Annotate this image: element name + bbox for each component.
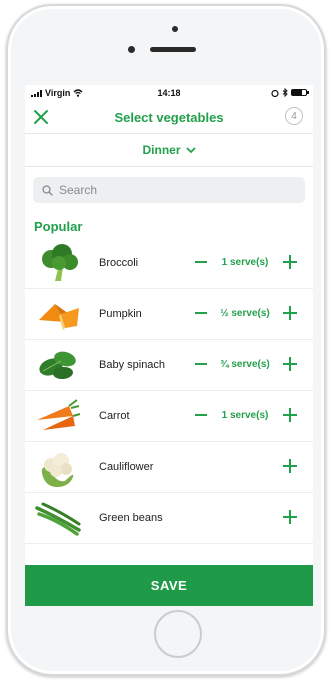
decrease-button[interactable] bbox=[195, 312, 207, 314]
vegetable-name: Broccoli bbox=[99, 257, 139, 269]
increase-button[interactable] bbox=[283, 408, 297, 422]
pumpkin-icon bbox=[39, 304, 79, 330]
carrot-icon bbox=[37, 399, 81, 430]
proximity-sensor bbox=[128, 46, 135, 53]
vegetable-name: Carrot bbox=[99, 410, 130, 422]
list-item[interactable]: Broccoli 1 serve(s) bbox=[25, 238, 313, 289]
serve-amount: ½ serve(s) bbox=[220, 308, 270, 319]
earpiece-speaker bbox=[150, 47, 196, 52]
status-icons bbox=[271, 88, 309, 97]
increase-button[interactable] bbox=[283, 357, 297, 371]
app-screen: Virgin 14:18 Select vegetables 4 Dinner bbox=[25, 85, 313, 606]
list-item[interactable]: Carrot 1 serve(s) bbox=[25, 391, 313, 442]
section-title-popular: Popular bbox=[34, 219, 83, 234]
vegetable-name: Baby spinach bbox=[99, 359, 166, 371]
nav-bar: Select vegetables 4 bbox=[25, 101, 313, 133]
save-button[interactable]: SAVE bbox=[25, 565, 313, 606]
meal-selector[interactable]: Dinner bbox=[25, 133, 313, 167]
list-item[interactable]: Green beans bbox=[25, 493, 313, 544]
vegetable-name: Cauliflower bbox=[99, 461, 154, 473]
battery-icon bbox=[291, 89, 309, 96]
green-beans-icon bbox=[35, 502, 81, 536]
list-item[interactable]: Cauliflower bbox=[25, 442, 313, 493]
decrease-button[interactable] bbox=[195, 363, 207, 365]
search-icon bbox=[42, 184, 53, 196]
search-input[interactable]: Search bbox=[33, 177, 305, 203]
vegetable-list: Broccoli 1 serve(s) Pumpkin ½ serve(s) B… bbox=[25, 238, 313, 544]
selected-count-badge[interactable]: 4 bbox=[285, 107, 303, 125]
increase-button[interactable] bbox=[283, 255, 297, 269]
increase-button[interactable] bbox=[283, 459, 297, 473]
serve-amount: 1 serve(s) bbox=[221, 410, 269, 421]
search-placeholder: Search bbox=[59, 183, 98, 197]
home-button[interactable] bbox=[154, 610, 202, 658]
spinach-icon bbox=[39, 351, 76, 380]
broccoli-icon bbox=[42, 244, 78, 281]
decrease-button[interactable] bbox=[195, 414, 207, 416]
alarm-icon bbox=[271, 89, 279, 97]
list-item[interactable]: Baby spinach ¾ serve(s) bbox=[25, 340, 313, 391]
clock: 14:18 bbox=[157, 88, 181, 98]
meal-label: Dinner bbox=[142, 143, 181, 157]
bluetooth-icon bbox=[282, 88, 288, 97]
chevron-down-icon bbox=[186, 147, 195, 153]
increase-button[interactable] bbox=[283, 306, 297, 320]
serve-amount: 1 serve(s) bbox=[221, 257, 269, 268]
vegetable-name: Green beans bbox=[99, 512, 163, 524]
increase-button[interactable] bbox=[283, 510, 297, 524]
front-camera bbox=[172, 26, 178, 32]
serve-amount: ¾ serve(s) bbox=[220, 359, 270, 370]
status-bar: Virgin 14:18 bbox=[25, 85, 313, 101]
cauliflower-icon bbox=[41, 453, 74, 487]
vegetable-name: Pumpkin bbox=[99, 308, 142, 320]
page-title: Select vegetables bbox=[114, 110, 224, 125]
decrease-button[interactable] bbox=[195, 261, 207, 263]
list-item[interactable]: Pumpkin ½ serve(s) bbox=[25, 289, 313, 340]
